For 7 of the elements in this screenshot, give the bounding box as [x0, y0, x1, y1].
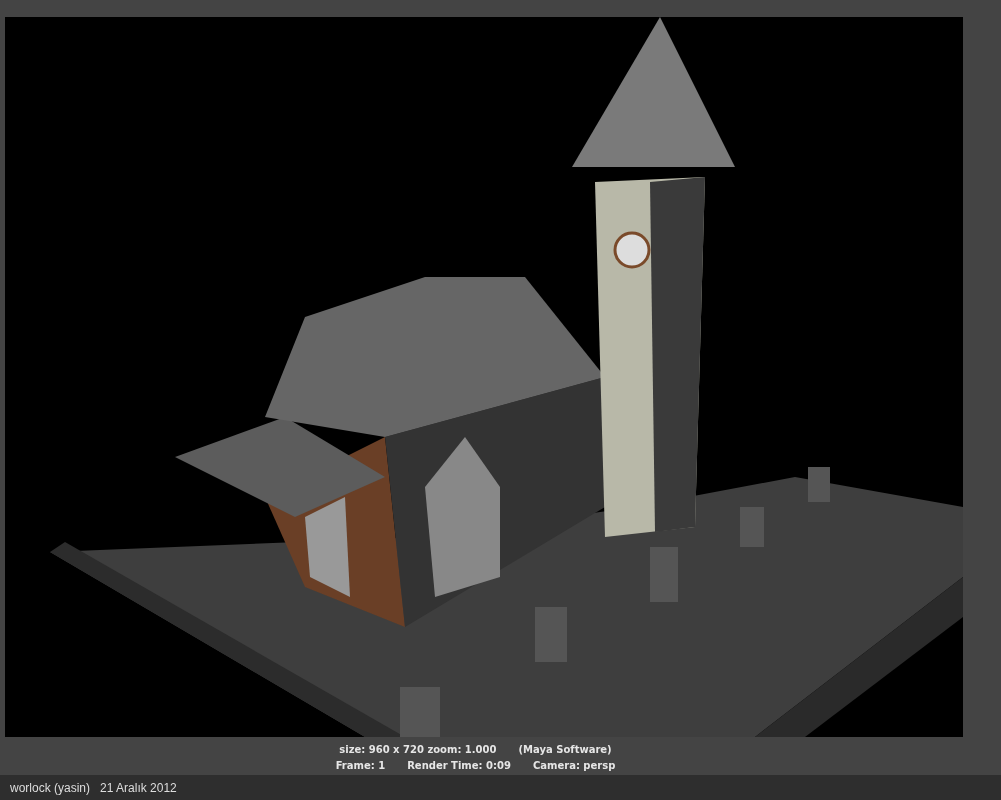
render-info-text: size: 960 x 720 zoom: 1.000	[339, 743, 497, 755]
caption-author: worlock (yasin)	[10, 780, 90, 795]
render-info-text: (Maya Software)	[518, 743, 612, 755]
render-info-text: Frame: 1	[335, 759, 386, 771]
render-info-text: Render Time: 0:09	[407, 759, 511, 771]
caption-date: 21 Aralık 2012	[100, 780, 177, 795]
render-info-text: Camera: persp	[532, 759, 616, 771]
